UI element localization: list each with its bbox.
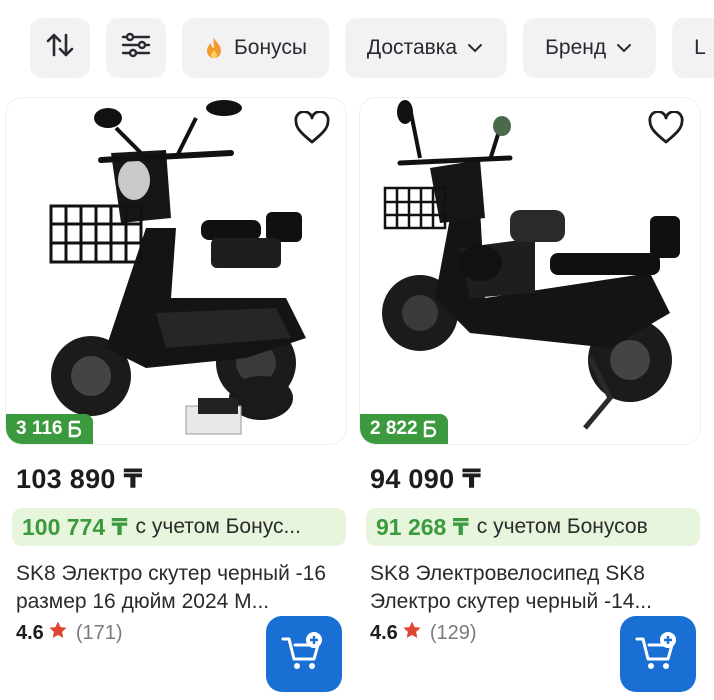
add-to-cart-button[interactable] bbox=[266, 616, 342, 692]
star-icon bbox=[48, 620, 68, 646]
reviews-count[interactable]: (171) bbox=[76, 622, 123, 645]
bonus-price-value: 100 774 ₸ bbox=[22, 513, 128, 540]
bonus-points-value: 3 116 bbox=[16, 418, 63, 439]
product-image[interactable]: 2 822 bbox=[360, 98, 700, 444]
product-image[interactable]: 3 116 bbox=[6, 98, 346, 444]
bonus-price-value: 91 268 ₸ bbox=[376, 513, 469, 540]
brand-filter-label: Бренд bbox=[545, 36, 607, 59]
add-to-cart-button[interactable] bbox=[620, 616, 696, 692]
chevron-down-icon bbox=[465, 38, 485, 58]
filter-bar: Бонусы Доставка Бренд L bbox=[30, 18, 714, 78]
heart-icon bbox=[293, 109, 331, 150]
product-price: 94 090 ₸ bbox=[370, 464, 482, 494]
product-card[interactable]: 3 116 103 890 ₸ 100 774 ₸ с учетом Бонус… bbox=[6, 98, 354, 700]
favorite-button[interactable] bbox=[292, 109, 332, 150]
product-rating: 4.6 (129) bbox=[370, 620, 477, 646]
product-card[interactable]: 2 822 94 090 ₸ 91 268 ₸ с учетом Бонусов… bbox=[360, 98, 708, 700]
cart-plus-icon bbox=[281, 631, 327, 678]
bonus-points-badge: 2 822 bbox=[360, 414, 448, 444]
product-price: 103 890 ₸ bbox=[16, 464, 143, 494]
sliders-icon bbox=[120, 30, 152, 66]
bonus-coin-icon bbox=[67, 420, 83, 438]
brand-filter-chip[interactable]: Бренд bbox=[523, 18, 657, 78]
bonus-price-suffix: с учетом Бонус... bbox=[135, 515, 301, 538]
sort-arrows-icon bbox=[45, 30, 75, 66]
rating-value: 4.6 bbox=[16, 621, 44, 644]
bonus-price-box: 100 774 ₸ с учетом Бонус... bbox=[12, 508, 346, 546]
heart-icon bbox=[647, 109, 685, 150]
bonus-points-badge: 3 116 bbox=[6, 414, 93, 444]
bonus-filter-label: Бонусы bbox=[234, 36, 307, 59]
product-title[interactable]: SK8 Электровелосипед SK8 Электро скутер … bbox=[370, 560, 690, 616]
star-icon bbox=[402, 620, 422, 646]
more-filter-chip[interactable]: L bbox=[672, 18, 714, 78]
chevron-down-icon bbox=[614, 38, 634, 58]
sort-button[interactable] bbox=[30, 18, 90, 78]
bonus-coin-icon bbox=[422, 420, 438, 438]
rating-value: 4.6 bbox=[370, 621, 398, 644]
favorite-button[interactable] bbox=[646, 109, 686, 150]
fire-icon bbox=[204, 36, 224, 60]
filter-settings-button[interactable] bbox=[106, 18, 166, 78]
product-rating: 4.6 (171) bbox=[16, 620, 123, 646]
delivery-filter-chip[interactable]: Доставка bbox=[344, 18, 508, 78]
bonus-price-suffix: с учетом Бонусов bbox=[476, 515, 648, 538]
bonus-points-value: 2 822 bbox=[370, 418, 418, 439]
delivery-filter-label: Доставка bbox=[366, 36, 458, 59]
bonus-price-box: 91 268 ₸ с учетом Бонусов bbox=[366, 508, 700, 546]
cart-plus-icon bbox=[635, 631, 681, 678]
more-filter-label: L bbox=[694, 36, 706, 59]
bonus-filter-chip[interactable]: Бонусы bbox=[182, 18, 329, 78]
reviews-count[interactable]: (129) bbox=[430, 622, 477, 645]
product-title[interactable]: SK8 Электро скутер черный -16 размер 16 … bbox=[16, 560, 336, 616]
